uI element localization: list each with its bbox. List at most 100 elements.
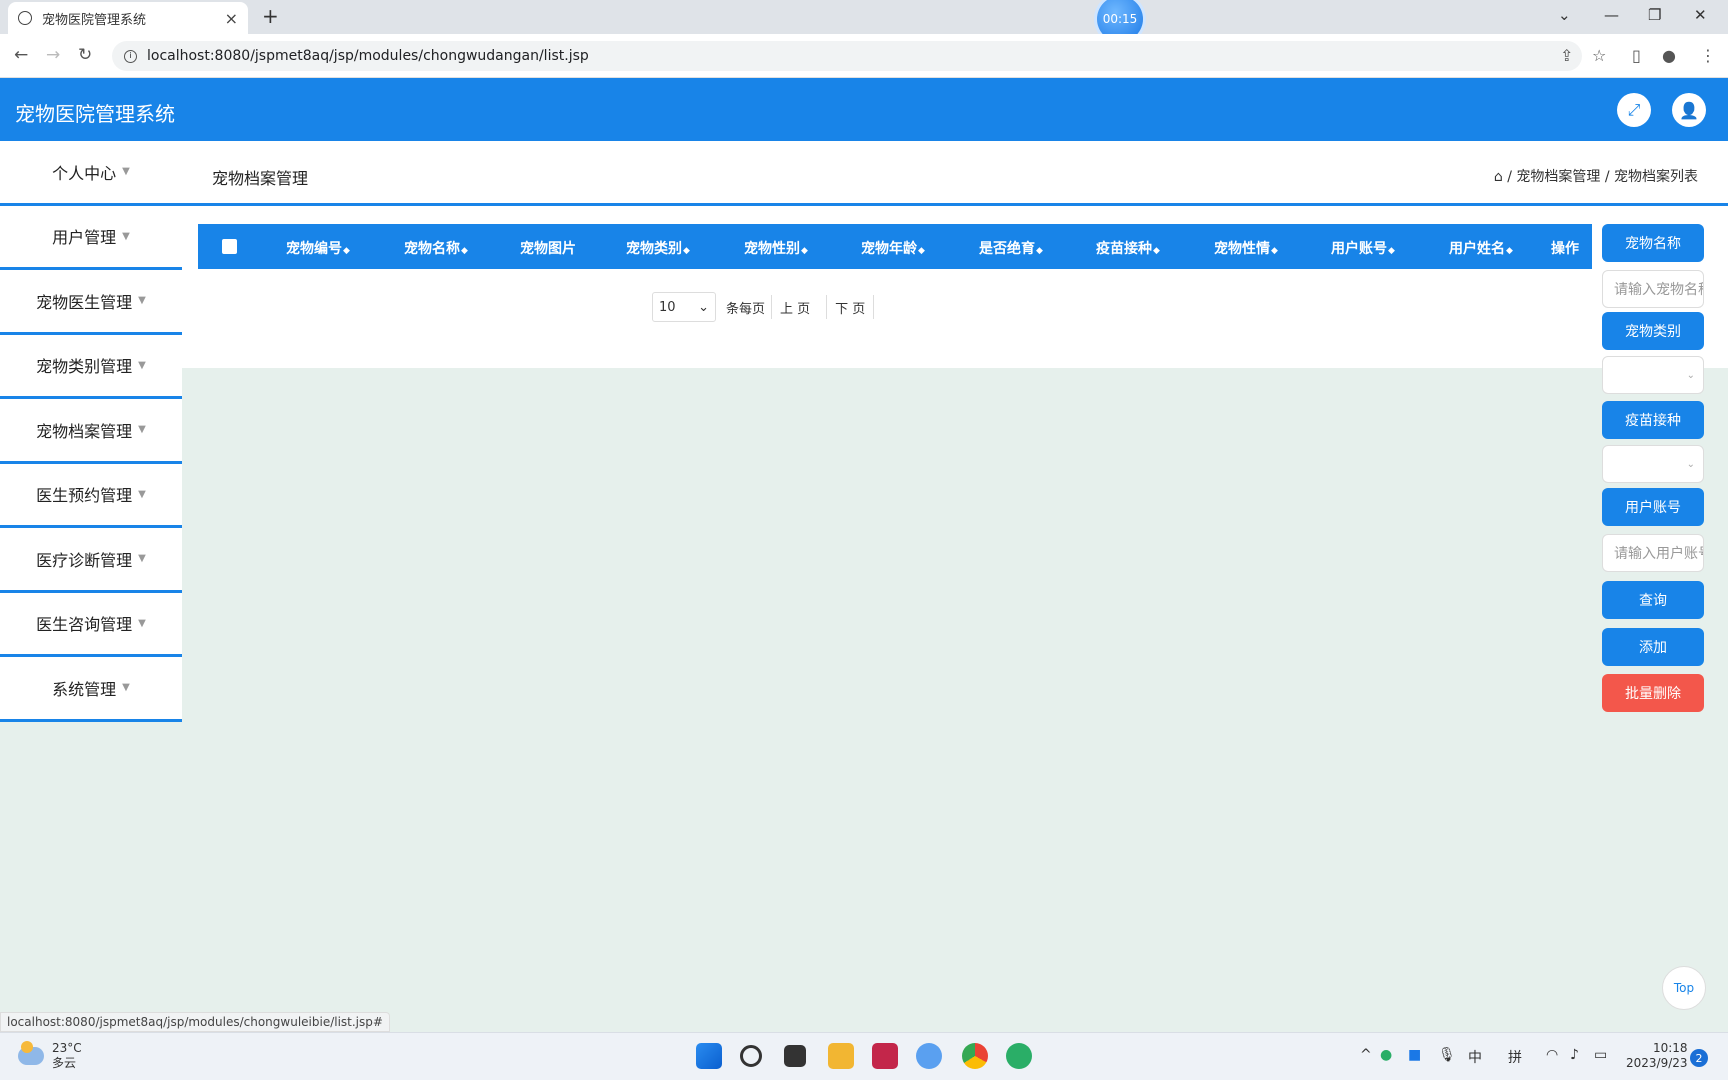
start-icon[interactable] — [696, 1043, 722, 1069]
sidebar-item-pet-categories[interactable]: 宠物类别管理 ▼ — [0, 334, 182, 399]
browser-tab[interactable]: 宠物医院管理系统 × — [8, 2, 248, 34]
column-label: 疫苗接种 — [1096, 241, 1152, 257]
column-label: 宠物性别 — [744, 241, 800, 257]
column-pet-age[interactable]: 宠物年龄◆ — [861, 238, 925, 258]
sidebar-item-label: 系统管理 — [52, 679, 117, 699]
search-button[interactable]: 查询 — [1602, 581, 1704, 619]
pet-name-input[interactable]: 请输入宠物名称 — [1602, 270, 1704, 308]
intellij-icon[interactable] — [872, 1043, 898, 1069]
sort-icon: ◆ — [1506, 246, 1513, 256]
system-clock[interactable]: 10:18 2023/9/23 — [1626, 1041, 1688, 1071]
tray-expand-icon[interactable]: ^ — [1360, 1047, 1372, 1063]
sort-icon: ◆ — [461, 246, 468, 256]
column-label: 是否绝育 — [979, 241, 1035, 257]
side-panel-icon[interactable]: ▯ — [1632, 46, 1641, 65]
chevron-down-icon: ⌄ — [1686, 369, 1695, 381]
column-pet-gender[interactable]: 宠物性别◆ — [744, 238, 808, 258]
sidebar-item-label: 医生预约管理 — [36, 486, 133, 506]
notification-badge[interactable]: 2 — [1690, 1049, 1708, 1067]
sidebar-item-diagnosis[interactable]: 医疗诊断管理 ▼ — [0, 528, 182, 593]
battery-icon[interactable]: ▭ — [1594, 1047, 1607, 1063]
tray-wechat-icon[interactable]: ● — [1380, 1047, 1392, 1063]
sidebar-item-doctors[interactable]: 宠物医生管理 ▼ — [0, 270, 182, 335]
bookmark-star-icon[interactable]: ☆ — [1592, 46, 1606, 65]
column-pet-type[interactable]: 宠物类别◆ — [626, 238, 690, 258]
prev-page-button[interactable]: 上 页 — [771, 295, 818, 319]
breadcrumb: ⌂ / 宠物档案管理 / 宠物档案列表 — [1494, 166, 1698, 186]
column-label: 宠物类别 — [626, 241, 682, 257]
microphone-icon[interactable]: 🎙 — [1438, 1047, 1456, 1063]
task-view-icon[interactable] — [784, 1045, 806, 1067]
home-icon[interactable]: ⌂ — [1494, 169, 1503, 185]
volume-icon[interactable]: ♪ — [1570, 1047, 1579, 1063]
batch-delete-button[interactable]: 批量删除 — [1602, 674, 1704, 712]
restore-icon[interactable]: ❐ — [1648, 6, 1661, 24]
sidebar-item-system[interactable]: 系统管理 ▼ — [0, 657, 182, 722]
ime-mode[interactable]: 拼 — [1508, 1047, 1522, 1067]
next-page-button[interactable]: 下 页 — [826, 295, 875, 319]
column-temperament[interactable]: 宠物性情◆ — [1214, 238, 1278, 258]
vaccine-select[interactable]: ⌄ — [1602, 445, 1704, 483]
site-info-icon[interactable]: i — [124, 49, 137, 63]
column-pet-id[interactable]: 宠物编号◆ — [286, 238, 350, 258]
column-label: 宠物名称 — [404, 241, 460, 257]
close-window-icon[interactable]: ✕ — [1694, 6, 1707, 24]
back-icon[interactable]: ← — [14, 45, 28, 65]
sidebar-item-users[interactable]: 用户管理 ▼ — [0, 205, 182, 270]
ime-lang[interactable]: 中 — [1468, 1047, 1482, 1067]
minimize-icon[interactable]: — — [1604, 6, 1619, 24]
tray-app-icon[interactable]: ■ — [1408, 1047, 1421, 1063]
page-size-value: 10 — [659, 299, 676, 315]
forward-icon[interactable]: → — [46, 45, 60, 65]
caret-down-icon: ▼ — [122, 682, 130, 694]
menu-icon[interactable]: ⋮ — [1700, 46, 1716, 65]
column-user-name[interactable]: 用户姓名◆ — [1449, 238, 1513, 258]
share-icon[interactable]: ⇪ — [1560, 46, 1573, 65]
caret-down-icon: ▼ — [138, 424, 146, 436]
column-label: 宠物性情 — [1214, 241, 1270, 257]
wifi-icon[interactable]: ◠ — [1546, 1047, 1558, 1063]
chevron-down-icon: ⌄ — [1686, 458, 1695, 470]
weather-text: 多云 — [52, 1056, 77, 1070]
tab-close-icon[interactable]: × — [225, 9, 238, 28]
column-label: 用户账号 — [1331, 241, 1387, 257]
user-account-label-button: 用户账号 — [1602, 488, 1704, 526]
column-vaccine[interactable]: 疫苗接种◆ — [1096, 238, 1160, 258]
column-neutered[interactable]: 是否绝育◆ — [979, 238, 1043, 258]
wechat-icon[interactable] — [1006, 1043, 1032, 1069]
address-bar[interactable]: i localhost:8080/jspmet8aq/jsp/modules/c… — [112, 41, 1582, 71]
sidebar-item-label: 宠物类别管理 — [36, 357, 133, 377]
reload-icon[interactable]: ↻ — [78, 45, 92, 65]
pet-type-select[interactable]: ⌄ — [1602, 356, 1704, 394]
sort-icon: ◆ — [801, 246, 808, 256]
caret-down-icon: ▼ — [122, 230, 130, 242]
sidebar-item-label: 个人中心 — [52, 163, 117, 183]
user-account-input[interactable]: 请输入用户账号 — [1602, 534, 1704, 572]
add-button[interactable]: 添加 — [1602, 628, 1704, 666]
tab-search-icon[interactable]: ⌄ — [1558, 6, 1571, 24]
sidebar-item-label: 医生咨询管理 — [36, 615, 133, 635]
column-pet-name[interactable]: 宠物名称◆ — [404, 238, 468, 258]
column-pet-image: 宠物图片 — [520, 238, 576, 258]
sidebar-item-appointments[interactable]: 医生预约管理 ▼ — [0, 463, 182, 528]
select-all-checkbox[interactable] — [222, 239, 237, 254]
profile-icon[interactable]: ● — [1662, 46, 1676, 65]
weather-widget[interactable]: 23°C 多云 — [18, 1041, 82, 1071]
edge-icon[interactable] — [916, 1043, 942, 1069]
page-size-select[interactable]: 10 ⌄ — [652, 292, 716, 322]
sort-icon: ◆ — [683, 246, 690, 256]
sidebar-item-personal-center[interactable]: 个人中心 ▼ — [0, 141, 182, 206]
column-user-account[interactable]: 用户账号◆ — [1331, 238, 1395, 258]
back-to-top-button[interactable]: Top — [1662, 966, 1706, 1010]
search-icon[interactable] — [740, 1045, 762, 1067]
fullscreen-icon[interactable]: ⤢ — [1617, 93, 1651, 127]
sidebar-item-pet-records[interactable]: 宠物档案管理 ▼ — [0, 399, 182, 464]
sort-icon: ◆ — [918, 246, 925, 256]
user-avatar-icon[interactable]: 👤 — [1672, 93, 1706, 127]
clock-date: 2023/9/23 — [1626, 1056, 1688, 1070]
chrome-icon[interactable] — [962, 1043, 988, 1069]
file-explorer-icon[interactable] — [828, 1043, 854, 1069]
new-tab-button[interactable]: + — [262, 4, 279, 28]
sidebar-item-consultation[interactable]: 医生咨询管理 ▼ — [0, 592, 182, 657]
sort-icon: ◆ — [343, 246, 350, 256]
